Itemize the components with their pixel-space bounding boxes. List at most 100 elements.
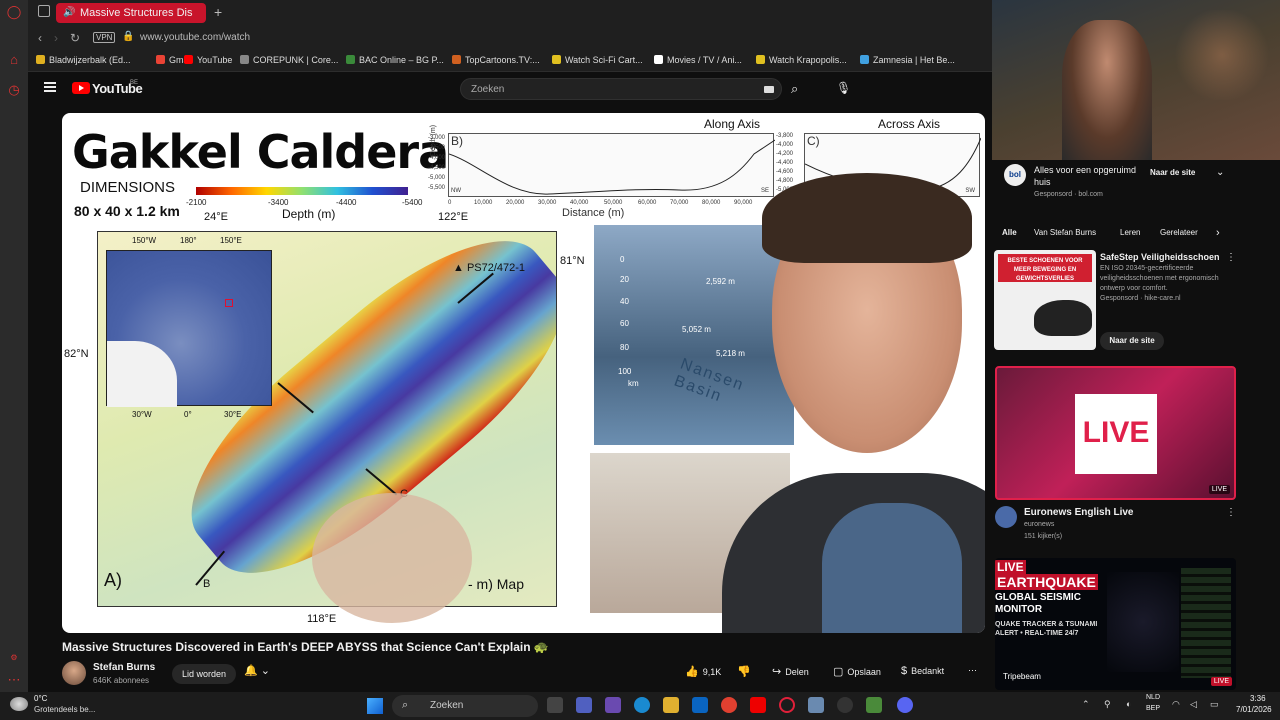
teams-icon[interactable] xyxy=(576,697,592,713)
visit-site-button[interactable]: Naar de site xyxy=(1100,332,1164,350)
tab-title: Massive Structures Dis xyxy=(80,7,193,19)
bathy-scale: 60 xyxy=(620,319,629,328)
presenter-hair xyxy=(762,173,972,263)
clock-time[interactable]: 3:36 xyxy=(1250,694,1266,703)
bookmark-icon[interactable]: ⌂ xyxy=(6,52,22,68)
tab-active[interactable]: 🔊 Massive Structures Dis xyxy=(56,3,206,23)
ad-title[interactable]: SafeStep Veiligheidsschoen xyxy=(1100,252,1220,262)
chevron-down-icon[interactable]: ⌄ xyxy=(1216,167,1224,178)
more-vert-icon[interactable]: ⋮ xyxy=(1226,252,1236,263)
chip-channel[interactable]: Van Stefan Burns xyxy=(1034,228,1096,237)
bathy-depth-label: 5,218 m xyxy=(716,349,745,358)
ad-thumbnail[interactable]: BESTE SCHOENEN VOOR MEER BEWEGING EN GEW… xyxy=(994,250,1096,350)
network-icon[interactable]: ⚲ xyxy=(1104,699,1111,710)
vpn-badge[interactable]: VPN xyxy=(93,32,116,43)
tab-menu-icon[interactable] xyxy=(38,5,50,17)
bookmark-item[interactable]: Bladwijzerbalk (Ed... xyxy=(36,55,131,65)
lat-label: 82°N xyxy=(64,348,89,360)
wifi-icon[interactable]: ◠ xyxy=(1172,699,1180,710)
search-icon[interactable]: ⌕ xyxy=(791,81,798,97)
chevron-right-icon[interactable]: › xyxy=(1216,227,1220,239)
dislike-button[interactable]: 👎 xyxy=(737,665,755,678)
speaker-icon[interactable]: ◁ xyxy=(1190,699,1197,710)
calculator-icon[interactable] xyxy=(808,697,824,713)
video-thumbnail[interactable]: LIVE LIVE xyxy=(995,366,1236,500)
opera-icon[interactable] xyxy=(779,697,795,713)
windows-start-icon[interactable] xyxy=(367,698,383,714)
url-field[interactable]: www.youtube.com/watch xyxy=(140,32,250,43)
bookmark-item[interactable]: Zamnesia | Het Be... xyxy=(860,55,955,65)
back-icon[interactable]: ‹ xyxy=(38,31,42,45)
bell-icon[interactable]: 🔔 ⌄ xyxy=(244,664,270,677)
chevron-up-icon[interactable]: ⌃ xyxy=(1082,699,1090,710)
outlook-icon[interactable] xyxy=(692,697,708,713)
taskbar-search[interactable]: ⌕ Zoeken xyxy=(392,695,538,717)
dollar-icon: $ xyxy=(901,665,908,677)
channel-name[interactable]: Stefan Burns xyxy=(93,662,155,673)
settings-icon[interactable]: ⚙ xyxy=(6,650,22,666)
chip-all[interactable]: Alle xyxy=(1002,228,1017,237)
app-icon[interactable] xyxy=(866,697,882,713)
task-view-icon[interactable] xyxy=(547,697,563,713)
visit-site-button[interactable]: Naar de site xyxy=(1150,168,1195,177)
weather-temp[interactable]: 0°C xyxy=(34,694,47,703)
forward-icon[interactable]: › xyxy=(54,31,58,45)
profile-b-title: Along Axis xyxy=(704,117,761,131)
profile-b-xtick: 80,000 xyxy=(702,200,721,206)
bookmark-item[interactable]: TopCartoons.TV:... xyxy=(452,55,540,65)
ad-card[interactable]: bol Alles voor een opgeruimd huis Gespon… xyxy=(1004,162,1240,202)
ad-banner: BESTE SCHOENEN VOOR MEER BEWEGING EN GEW… xyxy=(998,254,1092,282)
video-player[interactable]: Gakkel Caldera DIMENSIONS 80 x 40 x 1.2 … xyxy=(62,113,985,633)
opera-logo-icon[interactable]: ◯ xyxy=(6,4,22,20)
video-thumbnail[interactable]: LIVE EARTHQUAKE GLOBAL SEISMIC MONITOR Q… xyxy=(995,558,1236,690)
more-icon[interactable]: ⋯ xyxy=(6,672,22,688)
search-input[interactable]: Zoeken xyxy=(460,78,782,100)
keyboard-icon[interactable] xyxy=(764,86,774,93)
share-label: Delen xyxy=(785,667,809,677)
chip-related[interactable]: Gerelateer xyxy=(1160,228,1198,237)
weather-icon[interactable] xyxy=(10,697,28,711)
more-actions-button[interactable]: ⋯ xyxy=(968,665,977,676)
save-button[interactable]: ▢ Opslaan xyxy=(833,665,881,678)
app-icon[interactable] xyxy=(605,697,621,713)
tray-app-icon[interactable]: ◐ xyxy=(1126,699,1131,709)
battery-icon[interactable]: ▭ xyxy=(1210,699,1219,710)
history-icon[interactable]: ◷ xyxy=(6,82,22,98)
thanks-button[interactable]: $ Bedankt xyxy=(901,665,944,677)
like-button[interactable]: 👍 9,1K xyxy=(685,665,721,678)
youtube-icon[interactable] xyxy=(750,697,766,713)
steam-icon[interactable] xyxy=(837,697,853,713)
reload-icon[interactable]: ↻ xyxy=(70,31,80,45)
bookmark-item[interactable]: Watch Krapopolis... xyxy=(756,55,847,65)
inset-location-box xyxy=(225,299,233,307)
plus-icon[interactable]: + xyxy=(214,4,222,20)
profile-c-ytick: -4,400 xyxy=(776,160,794,166)
share-button[interactable]: ↪ Delen xyxy=(772,665,809,678)
avatar[interactable] xyxy=(62,661,86,685)
weather-desc[interactable]: Grotendeels be... xyxy=(34,705,95,714)
bookmark-favicon-icon xyxy=(156,55,165,64)
inset-lon-label: 150°E xyxy=(220,236,242,245)
bookmark-item[interactable]: BAC Online – BG P... xyxy=(346,55,444,65)
edge-icon[interactable] xyxy=(634,697,650,713)
chrome-icon[interactable] xyxy=(721,697,737,713)
clock-date[interactable]: 7/01/2026 xyxy=(1236,705,1272,714)
bookmark-item[interactable]: Watch Sci-Fi Cart... xyxy=(552,55,643,65)
join-button[interactable]: Lid worden xyxy=(172,664,236,684)
bathy-depth-label: 2,592 m xyxy=(706,277,735,286)
bookmark-item[interactable]: COREPUNK | Core... xyxy=(240,55,338,65)
keyboard-layout[interactable]: BEP xyxy=(1146,705,1160,712)
bookmark-item[interactable]: YouTube xyxy=(184,55,232,65)
language-indicator[interactable]: NLD xyxy=(1146,694,1160,701)
bookmark-item[interactable]: Movies / TV / Ani... xyxy=(654,55,742,65)
video-card-title[interactable]: Euronews English Live xyxy=(1024,507,1133,518)
avatar[interactable] xyxy=(995,506,1017,528)
hamburger-menu-icon[interactable] xyxy=(44,82,56,92)
microphone-icon[interactable]: 🎙 xyxy=(836,81,851,95)
more-vert-icon[interactable]: ⋮ xyxy=(1226,507,1236,518)
channel-name[interactable]: euronews xyxy=(1024,521,1054,528)
file-explorer-icon[interactable] xyxy=(663,697,679,713)
live-thumb-text: LIVE xyxy=(1082,416,1150,449)
discord-icon[interactable] xyxy=(897,697,913,713)
chip-learn[interactable]: Leren xyxy=(1120,228,1140,237)
